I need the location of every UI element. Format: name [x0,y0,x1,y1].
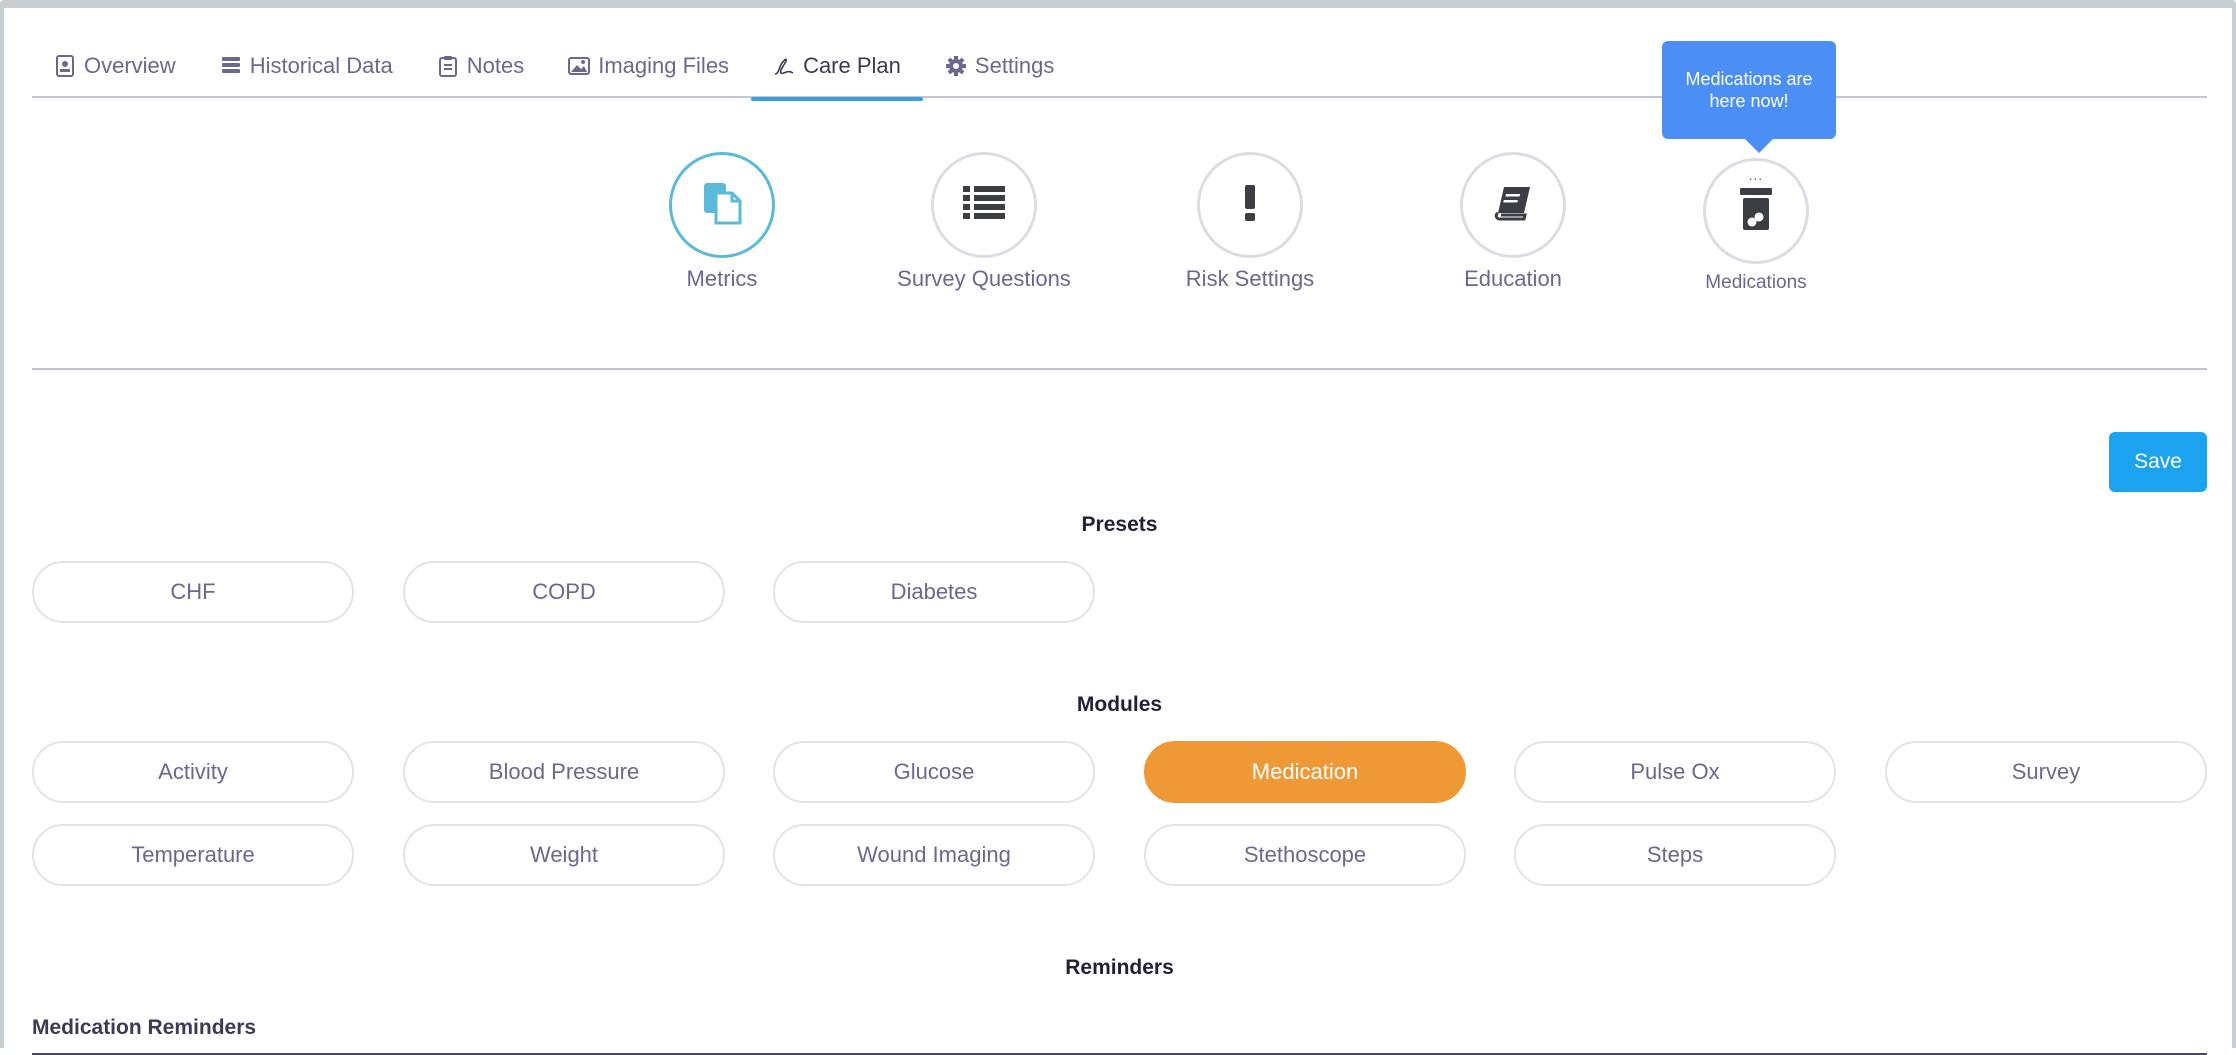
more-dots: ... [1748,167,1764,183]
tab-label: Historical Data [249,53,393,78]
reminders-title: Reminders [1065,956,1174,979]
list-icon [963,185,1005,225]
pill-bottle-icon [1740,187,1772,235]
education-circle [1460,152,1566,258]
care-nav-risk-settings[interactable]: Risk Settings [1150,152,1350,292]
survey-circle [931,152,1037,258]
module-blood-pressure[interactable]: Blood Pressure [403,741,725,803]
preset-diabetes[interactable]: Diabetes [773,561,1095,623]
module-steps[interactable]: Steps [1514,824,1836,886]
module-activity[interactable]: Activity [32,741,354,803]
risk-circle [1197,152,1303,258]
tab-label: Care Plan [803,53,901,78]
care-nav-survey-questions[interactable]: Survey Questions [884,152,1084,292]
module-glucose[interactable]: Glucose [773,741,1095,803]
module-temperature[interactable]: Temperature [32,824,354,886]
module-pulse-ox[interactable]: Pulse Ox [1514,741,1836,803]
module-medication[interactable]: Medication [1144,741,1466,803]
book-icon [1494,185,1532,226]
care-nav-metrics[interactable]: Metrics [622,152,822,292]
tab-notes[interactable]: Notes [415,44,546,98]
medications-circle: ... [1703,158,1809,264]
tab-bar: Overview Historical Data Notes Imaging F… [32,44,2207,101]
care-nav-label: Education [1464,266,1562,291]
tab-settings[interactable]: Settings [923,44,1077,98]
presets-title: Presets [1081,513,1158,536]
tab-label: Imaging Files [598,53,730,78]
tab-imaging-files[interactable]: Imaging Files [546,44,751,98]
tab-label: Notes [466,53,525,78]
module-wound-imaging[interactable]: Wound Imaging [773,824,1095,886]
metrics-circle [669,152,775,258]
image-icon [568,55,591,77]
preset-chf[interactable]: CHF [32,561,354,623]
module-weight[interactable]: Weight [403,824,725,886]
id-card-icon [54,55,76,77]
save-button[interactable]: Save [2109,432,2207,492]
care-nav-label: Metrics [686,266,758,291]
tab-label: Overview [84,53,176,78]
tab-label: Settings [974,53,1055,78]
tab-care-plan[interactable]: Care Plan [751,44,923,101]
modules-title: Modules [1076,693,1163,716]
care-nav-medications[interactable]: ... Medications [1656,158,1856,294]
section-divider [32,368,2207,370]
module-stethoscope[interactable]: Stethoscope [1144,824,1466,886]
database-icon [220,55,242,77]
care-nav-education[interactable]: Education [1413,152,1613,292]
signature-icon [773,55,795,77]
gear-icon [945,55,967,77]
care-nav-label: Survey Questions [897,266,1071,291]
tab-historical-data[interactable]: Historical Data [198,44,415,98]
care-nav-label: Risk Settings [1185,266,1315,291]
exclamation-icon [1243,184,1257,226]
medication-reminders-heading: Medication Reminders [32,1016,257,1039]
module-survey[interactable]: Survey [1885,741,2207,803]
clipboard-icon [437,55,459,77]
copy-files-icon [702,181,742,230]
preset-copd[interactable]: COPD [403,561,725,623]
tab-overview[interactable]: Overview [32,44,198,98]
medications-tooltip: Medications are here now! [1662,41,1836,153]
care-nav-label: Medications [1705,272,1807,293]
app-frame: Overview Historical Data Notes Imaging F… [0,0,2236,1055]
